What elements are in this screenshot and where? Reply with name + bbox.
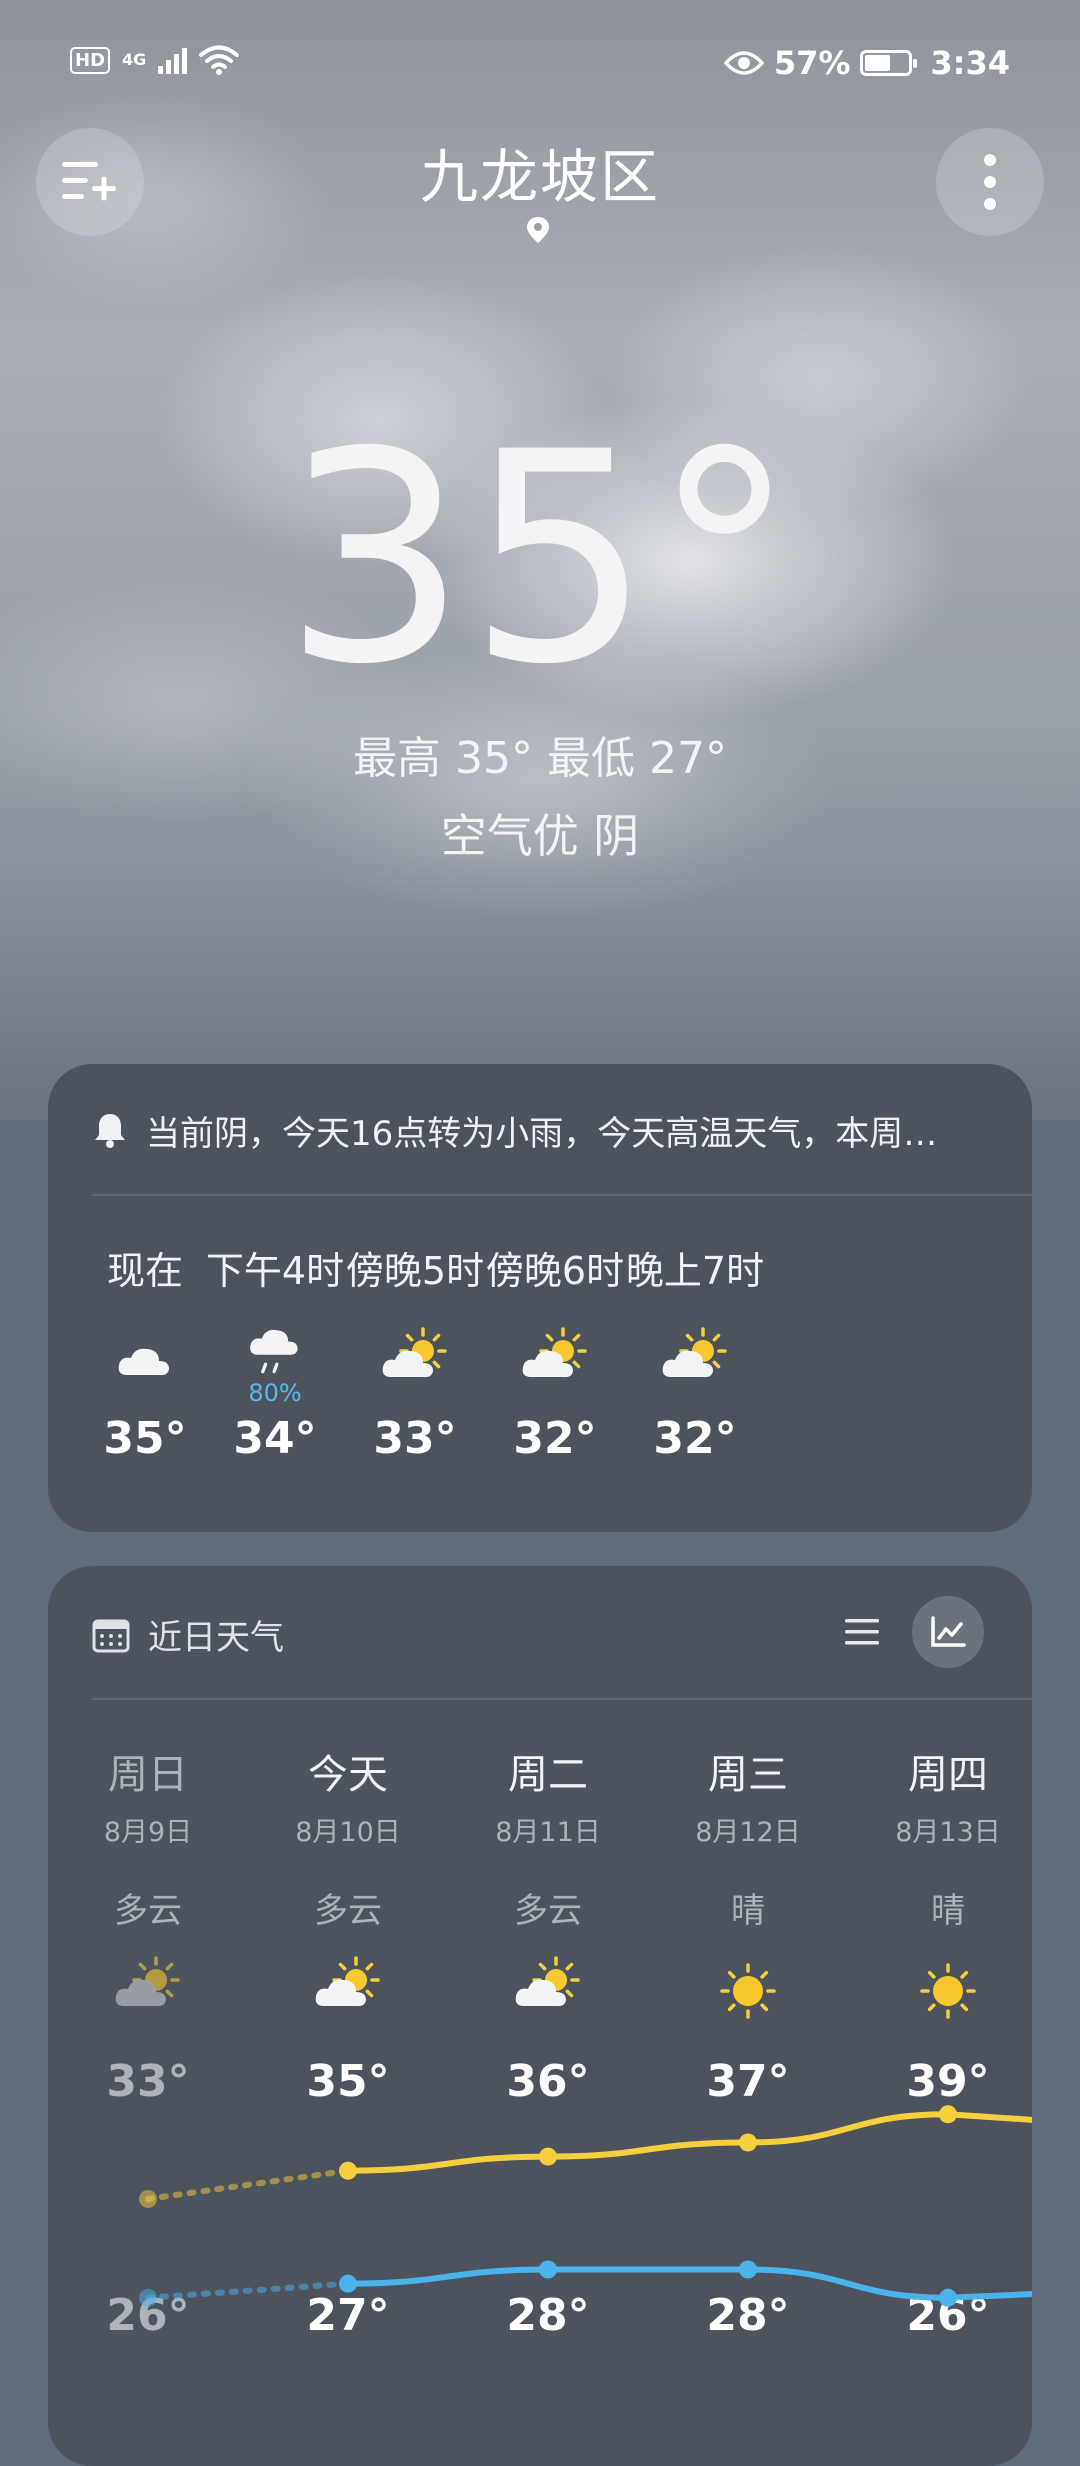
eye-icon	[723, 51, 764, 75]
high-temp-point	[339, 2161, 357, 2180]
partly-cloudy-icon	[382, 1327, 447, 1378]
hd-icon: HD	[70, 46, 111, 74]
daily-forecast-card: 近日天气 周日 8月9日 多云 33° 26° 今天 8月10日 多云 35° 2…	[48, 1566, 1032, 2466]
hourly-forecast-card: 当前阴，今天16点转为小雨，今天高温天气，本周… 现在 35° 下午4时 80% …	[48, 1064, 1032, 1532]
clock: 3:34	[930, 44, 1010, 82]
low-temp-line	[345, 2266, 1032, 2301]
rain-icon	[250, 1329, 298, 1374]
more-button[interactable]	[936, 128, 1044, 236]
high-temp-line	[345, 2111, 1032, 2174]
high-low-temperature: 最高 35° 最低 27°	[353, 733, 727, 784]
battery-percent: 57%	[773, 44, 851, 82]
battery-icon	[860, 50, 918, 76]
location-pin-icon	[527, 217, 549, 243]
trend-past-segment	[145, 2167, 351, 2202]
low-temp-point	[739, 2260, 757, 2279]
card-divider	[92, 1194, 1032, 1196]
more-vertical-icon	[984, 154, 996, 210]
current-temperature: 35°	[282, 391, 797, 728]
hour-icon-wrap	[590, 1317, 800, 1407]
low-temp-point	[939, 2288, 957, 2307]
air-quality-condition[interactable]: 空气优 阴	[0, 800, 1080, 866]
low-temp-point	[139, 2288, 157, 2307]
hour-temperature: 32°	[653, 1413, 737, 1464]
trend-past-segment	[145, 2280, 351, 2301]
high-temp-point	[739, 2133, 757, 2152]
low-temp-point	[539, 2260, 557, 2279]
low-temp-point	[339, 2274, 357, 2293]
signal-icon	[158, 46, 188, 74]
bell-icon	[95, 1114, 125, 1148]
alert-text: 当前阴，今天16点转为小雨，今天高温天气，本周…	[146, 1113, 938, 1154]
network-label: 4G	[122, 50, 147, 69]
status-bar: HD 4G 57% 3:34	[0, 44, 1080, 88]
high-temp-point	[539, 2147, 557, 2166]
hourly-item: 晚上7时 32°	[590, 1240, 800, 1464]
partly-cloudy-icon	[662, 1327, 727, 1378]
partly-cloudy-icon	[522, 1327, 587, 1378]
precipitation-chance: 80%	[248, 1379, 302, 1407]
hour-label: 晚上7时	[625, 1249, 765, 1293]
high-temp-point	[139, 2189, 157, 2208]
high-temp-point	[939, 2105, 957, 2124]
city-name[interactable]: 九龙坡区	[0, 130, 1080, 214]
weather-alert[interactable]: 当前阴，今天16点转为小雨，今天高温天气，本周…	[92, 1100, 988, 1160]
temperature-trend-chart	[139, 2105, 1032, 2307]
wifi-icon	[199, 45, 240, 75]
